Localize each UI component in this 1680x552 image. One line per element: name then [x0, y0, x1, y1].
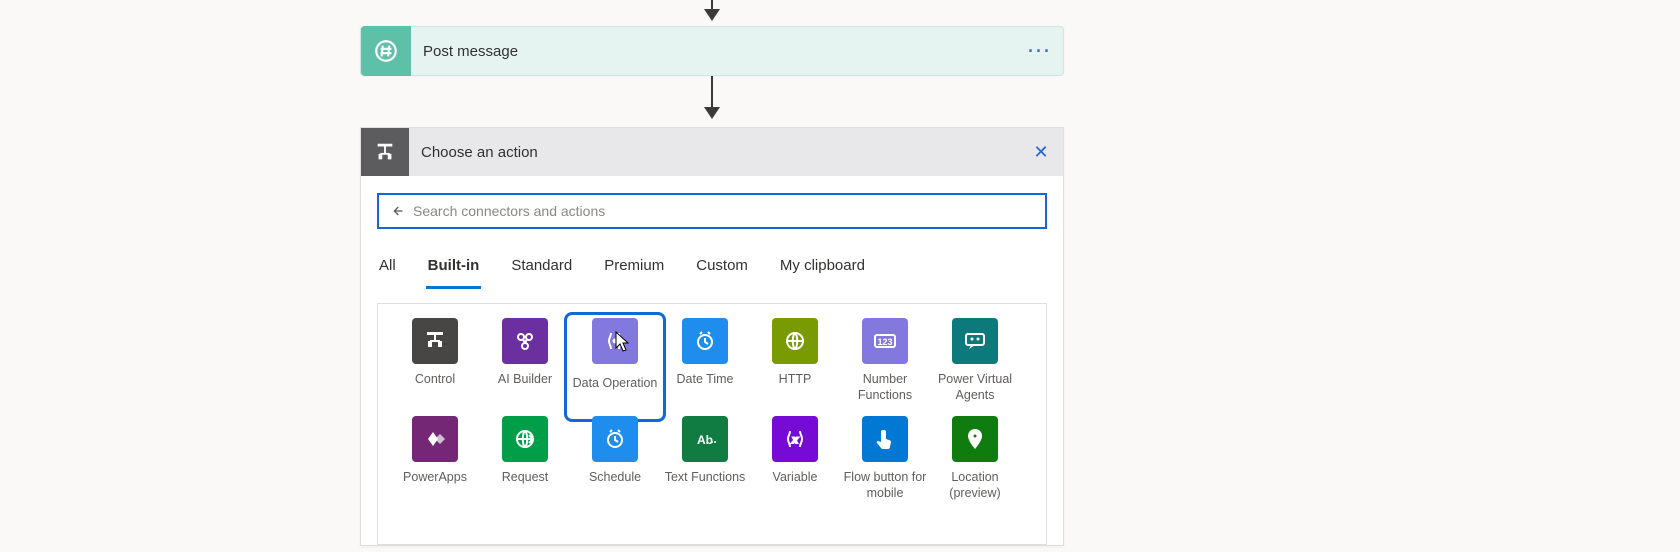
flow-arrow-icon	[704, 76, 720, 119]
svg-text:123: 123	[877, 337, 892, 347]
connector-label: Power Virtual Agents	[932, 372, 1018, 403]
connector-label: Text Functions	[665, 470, 746, 486]
close-button[interactable]: ✕	[1019, 128, 1063, 176]
connector-datetime[interactable]: Date Time	[660, 318, 750, 416]
flow-step-post-message[interactable]: Post message ···	[360, 26, 1064, 76]
cursor-icon	[611, 330, 631, 354]
connector-schedule[interactable]: Schedule	[570, 416, 660, 514]
powerapps-icon	[412, 416, 458, 462]
connector-pva[interactable]: Power Virtual Agents	[930, 318, 1020, 416]
connector-textfns[interactable]: Ab Text Functions	[660, 416, 750, 514]
connector-http[interactable]: HTTP	[750, 318, 840, 416]
connector-flowbutton[interactable]: Flow button for mobile	[840, 416, 930, 514]
search-input[interactable]	[413, 203, 1035, 219]
flow-arrow-icon	[704, 0, 720, 21]
search-box[interactable]	[377, 193, 1047, 229]
connector-variable[interactable]: x Variable	[750, 416, 840, 514]
connector-tabs: All Built-in Standard Premium Custom My clipb…	[361, 237, 1063, 289]
control-icon	[412, 318, 458, 364]
connector-label: Date Time	[677, 372, 734, 388]
flow-step-title: Post message	[423, 43, 1017, 60]
connector-label: HTTP	[779, 372, 812, 388]
hashtag-icon	[361, 26, 411, 76]
tab-standard[interactable]: Standard	[509, 247, 574, 289]
variable-icon: x	[772, 416, 818, 462]
connector-label: Flow button for mobile	[842, 470, 928, 501]
pva-icon	[952, 318, 998, 364]
connector-label: PowerApps	[403, 470, 467, 486]
choose-action-icon	[361, 128, 409, 176]
schedule-icon	[592, 416, 638, 462]
connector-label: Request	[502, 470, 549, 486]
connector-label: Data Operation	[573, 376, 658, 392]
tab-all[interactable]: All	[377, 247, 398, 289]
connector-control[interactable]: Control	[390, 318, 480, 416]
connector-dataoperation[interactable]: Data Operation	[570, 318, 660, 416]
back-arrow-icon[interactable]	[389, 203, 405, 219]
connector-label: AI Builder	[498, 372, 552, 388]
connector-label: Location (preview)	[932, 470, 1018, 501]
connector-numberfns[interactable]: 123 Number Functions	[840, 318, 930, 416]
aibuilder-icon	[502, 318, 548, 364]
tab-builtin[interactable]: Built-in	[426, 247, 482, 289]
panel-title: Choose an action	[421, 144, 1019, 161]
http-icon	[772, 318, 818, 364]
connector-label: Variable	[773, 470, 818, 486]
more-menu-button[interactable]: ···	[1017, 26, 1063, 76]
choose-action-panel: Choose an action ✕ All Built-in Standard Pr…	[360, 127, 1064, 546]
tab-clipboard[interactable]: My clipboard	[778, 247, 867, 289]
tab-premium[interactable]: Premium	[602, 247, 666, 289]
location-icon	[952, 416, 998, 462]
connectors-panel: Control AI Builder Data Operation Date Time…	[377, 303, 1047, 545]
panel-header: Choose an action ✕	[361, 128, 1063, 176]
svg-text:Ab: Ab	[697, 433, 713, 447]
svg-text:x: x	[791, 435, 798, 446]
connector-aibuilder[interactable]: AI Builder	[480, 318, 570, 416]
flowbutton-icon	[862, 416, 908, 462]
connector-label: Number Functions	[842, 372, 928, 403]
connector-request[interactable]: Request	[480, 416, 570, 514]
numberfns-icon: 123	[862, 318, 908, 364]
tab-custom[interactable]: Custom	[694, 247, 750, 289]
connector-powerapps[interactable]: PowerApps	[390, 416, 480, 514]
connector-label: Control	[415, 372, 455, 388]
textfns-icon: Ab	[682, 416, 728, 462]
request-icon	[502, 416, 548, 462]
connector-label: Schedule	[589, 470, 641, 486]
connector-location[interactable]: Location (preview)	[930, 416, 1020, 514]
datetime-icon	[682, 318, 728, 364]
